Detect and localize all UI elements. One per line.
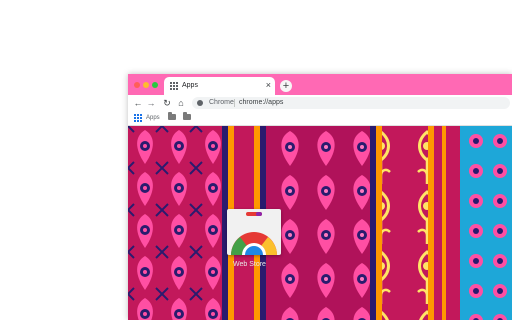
folder-icon[interactable] bbox=[168, 112, 176, 120]
apps-grid-icon bbox=[170, 82, 178, 90]
site-info-icon[interactable] bbox=[197, 100, 203, 106]
browser-window: Apps × + ← → ↻ ⌂ Chrome chrome://apps Ap… bbox=[128, 74, 512, 320]
window-maximize-button[interactable] bbox=[152, 82, 158, 88]
new-tab-button[interactable]: + bbox=[280, 80, 292, 92]
back-arrow-icon[interactable]: ← bbox=[132, 97, 144, 109]
tab-strip: Apps × + bbox=[128, 74, 512, 95]
wallpaper-pattern bbox=[128, 126, 512, 320]
window-close-button[interactable] bbox=[134, 82, 140, 88]
forward-arrow-icon[interactable]: → bbox=[145, 97, 157, 109]
chrome-web-store-icon bbox=[231, 212, 277, 267]
reload-icon[interactable]: ↻ bbox=[161, 97, 173, 109]
app-label: Web Store bbox=[233, 261, 266, 268]
bookmarks-bar: Apps bbox=[128, 111, 512, 126]
apps-grid-icon[interactable] bbox=[134, 114, 142, 122]
address-bar[interactable]: Chrome chrome://apps bbox=[192, 97, 510, 109]
bookmark-apps-label[interactable]: Apps bbox=[146, 113, 160, 123]
divider bbox=[234, 99, 235, 107]
app-tile-web-store[interactable] bbox=[227, 209, 281, 267]
url-text[interactable]: chrome://apps bbox=[239, 98, 283, 108]
folder-icon[interactable] bbox=[183, 112, 191, 120]
tab-title: Apps bbox=[182, 82, 198, 89]
site-chip: Chrome bbox=[209, 99, 234, 106]
tab-apps[interactable]: Apps × bbox=[164, 77, 275, 95]
apps-page: Web Store bbox=[128, 126, 512, 320]
plus-icon: + bbox=[282, 80, 290, 92]
home-icon[interactable]: ⌂ bbox=[175, 97, 187, 109]
close-icon[interactable]: × bbox=[266, 80, 271, 90]
window-minimize-button[interactable] bbox=[143, 82, 149, 88]
toolbar: ← → ↻ ⌂ Chrome chrome://apps bbox=[128, 95, 512, 111]
